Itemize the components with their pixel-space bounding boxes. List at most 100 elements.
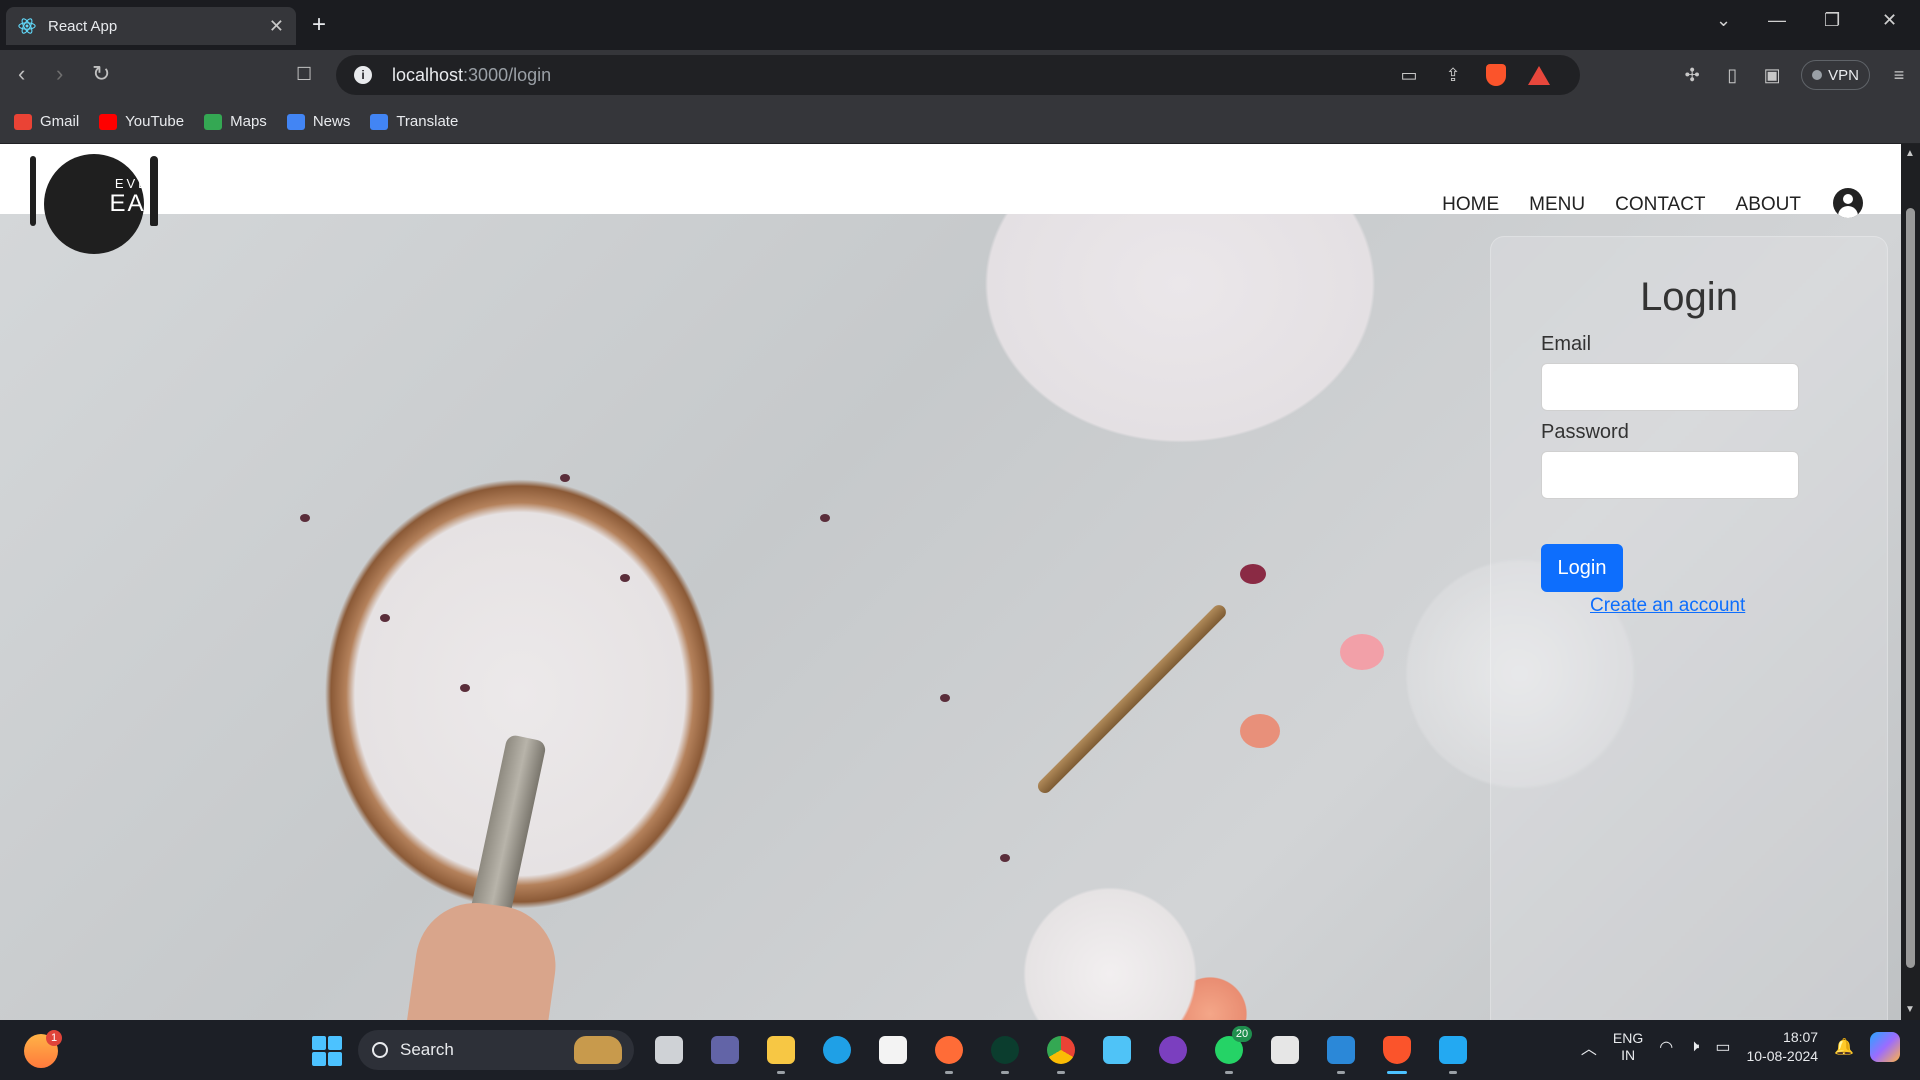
url-host: localhost xyxy=(392,64,464,85)
tab-search-chevron-icon[interactable]: ⌄ xyxy=(1716,10,1731,31)
user-account-icon[interactable] xyxy=(1833,188,1863,218)
snipping-tool-icon xyxy=(1271,1036,1299,1064)
site-navbar: EVENT EATS HOME MENU CONTACT ABOUT xyxy=(0,144,1901,254)
clock-date: 10-08-2024 xyxy=(1746,1048,1819,1064)
edge-icon xyxy=(823,1036,851,1064)
nav-home[interactable]: HOME xyxy=(1442,194,1499,216)
brave-button[interactable] xyxy=(1378,1030,1416,1074)
battery-icon[interactable]: ▭ xyxy=(1715,1037,1730,1057)
browser-tab-active[interactable]: React App ✕ xyxy=(6,7,296,45)
store-button[interactable] xyxy=(874,1030,912,1070)
file-explorer-button[interactable] xyxy=(762,1030,800,1074)
fork-icon xyxy=(30,156,36,226)
login-button[interactable]: Login xyxy=(1541,544,1623,592)
volume-muted-icon[interactable]: 🕨 xyxy=(1689,1038,1699,1056)
vscode-button[interactable] xyxy=(1434,1030,1472,1074)
page-scrollbar[interactable]: ▲ ▼ xyxy=(1901,144,1920,1020)
bookmark-page-icon[interactable]: ☐ xyxy=(296,62,312,86)
bookmark-translate[interactable]: Translate xyxy=(370,113,458,130)
minimize-button[interactable]: — xyxy=(1768,10,1786,31)
edge-button[interactable] xyxy=(818,1030,856,1070)
browser-toolbar: ‹ › ↻ ☐ i localhost:3000/login ▭ ⇪ ✣ ▯ ▣… xyxy=(0,50,1920,100)
youtube-icon xyxy=(99,113,118,130)
language-indicator[interactable]: ENG IN xyxy=(1613,1030,1643,1064)
create-account-link[interactable]: Create an account xyxy=(1590,595,1745,617)
clock[interactable]: 18:07 10-08-2024 xyxy=(1746,1028,1818,1066)
mongodb-icon xyxy=(991,1036,1019,1064)
login-panel: Login Email Password Login Create an acc… xyxy=(1490,236,1888,1020)
active-indicator xyxy=(1387,1071,1407,1074)
address-bar[interactable]: i localhost:3000/login ▭ ⇪ xyxy=(336,55,1580,95)
bookmark-label: News xyxy=(312,113,351,130)
photos-button[interactable] xyxy=(1322,1030,1360,1074)
chrome-button[interactable] xyxy=(1042,1030,1080,1074)
site-info-icon[interactable]: i xyxy=(354,66,372,84)
email-label: Email xyxy=(1541,333,1592,355)
running-indicator xyxy=(1225,1071,1233,1074)
password-label: Password xyxy=(1541,421,1629,443)
maps-icon xyxy=(204,113,223,130)
scrollbar-thumb[interactable] xyxy=(1906,208,1915,968)
postman-button[interactable] xyxy=(930,1030,968,1074)
sidebar-icon[interactable]: ▯ xyxy=(1721,64,1743,86)
wallet-icon[interactable]: ▣ xyxy=(1761,64,1783,86)
notepad-button[interactable] xyxy=(1098,1030,1136,1070)
forward-button[interactable]: › xyxy=(56,62,63,86)
start-button[interactable] xyxy=(312,1036,342,1066)
translate-icon xyxy=(370,113,389,130)
postman-icon xyxy=(935,1036,963,1064)
bookmark-label: Gmail xyxy=(40,113,80,130)
back-button[interactable]: ‹ xyxy=(18,62,25,86)
brave-rewards-icon[interactable] xyxy=(1528,65,1550,85)
chrome-icon xyxy=(1047,1036,1075,1064)
cast-icon[interactable]: ▭ xyxy=(1398,64,1420,86)
task-view-icon xyxy=(655,1036,683,1064)
login-title: Login xyxy=(1640,275,1738,319)
wifi-icon[interactable]: ◠ xyxy=(1659,1037,1673,1057)
weather-widget-icon[interactable]: 1 xyxy=(24,1030,62,1068)
bookmark-youtube[interactable]: YouTube xyxy=(99,113,184,130)
running-indicator xyxy=(945,1071,953,1074)
nav-about[interactable]: ABOUT xyxy=(1736,194,1801,216)
mongodb-compass-button[interactable] xyxy=(986,1030,1024,1074)
petal-decoration xyxy=(620,574,630,582)
nav-contact[interactable]: CONTACT xyxy=(1615,194,1705,216)
notification-bell-icon[interactable]: 🔔 xyxy=(1834,1037,1854,1057)
brave-shields-icon[interactable] xyxy=(1486,64,1506,86)
running-indicator xyxy=(1057,1071,1065,1074)
snipping-tool-button[interactable] xyxy=(1266,1030,1304,1070)
task-view-button[interactable] xyxy=(650,1030,688,1070)
email-field[interactable] xyxy=(1541,363,1799,411)
taskbar-apps: 20 xyxy=(650,1026,1472,1074)
tab-close-icon[interactable]: ✕ xyxy=(269,16,284,37)
extensions-icon[interactable]: ✣ xyxy=(1681,64,1703,86)
bookmark-label: YouTube xyxy=(125,113,185,130)
petal-decoration xyxy=(460,684,470,692)
rose-petal-decoration xyxy=(1340,634,1384,670)
whatsapp-button[interactable]: 20 xyxy=(1210,1026,1252,1074)
scroll-down-arrow-icon[interactable]: ▼ xyxy=(1905,1004,1915,1015)
password-field[interactable] xyxy=(1541,451,1799,499)
bookmark-news[interactable]: News xyxy=(286,113,351,130)
menu-icon[interactable]: ≡ xyxy=(1888,64,1910,86)
restore-button[interactable]: ❐ xyxy=(1824,10,1840,31)
scroll-up-arrow-icon[interactable]: ▲ xyxy=(1905,148,1915,159)
copilot-icon[interactable] xyxy=(1870,1032,1900,1062)
teams-icon xyxy=(711,1036,739,1064)
nav-menu[interactable]: MENU xyxy=(1529,194,1585,216)
share-icon[interactable]: ⇪ xyxy=(1442,64,1464,86)
show-hidden-icons-chevron-icon[interactable]: ︿ xyxy=(1581,1035,1597,1059)
gmail-icon xyxy=(14,113,32,130)
reload-button[interactable]: ↻ xyxy=(92,62,110,86)
spoon-illustration xyxy=(1035,602,1229,796)
close-window-button[interactable]: ✕ xyxy=(1882,10,1897,31)
teams-button[interactable] xyxy=(706,1030,744,1070)
vpn-button[interactable]: VPN xyxy=(1801,60,1870,90)
bookmark-maps[interactable]: Maps xyxy=(204,113,267,130)
bookmark-gmail[interactable]: Gmail xyxy=(14,113,79,130)
search-placeholder: Search xyxy=(400,1040,454,1059)
github-desktop-button[interactable] xyxy=(1154,1030,1192,1070)
new-tab-button[interactable]: + xyxy=(312,11,326,39)
taskbar-search[interactable]: Search xyxy=(358,1030,634,1070)
event-eats-logo[interactable]: EVENT EATS xyxy=(28,154,176,254)
